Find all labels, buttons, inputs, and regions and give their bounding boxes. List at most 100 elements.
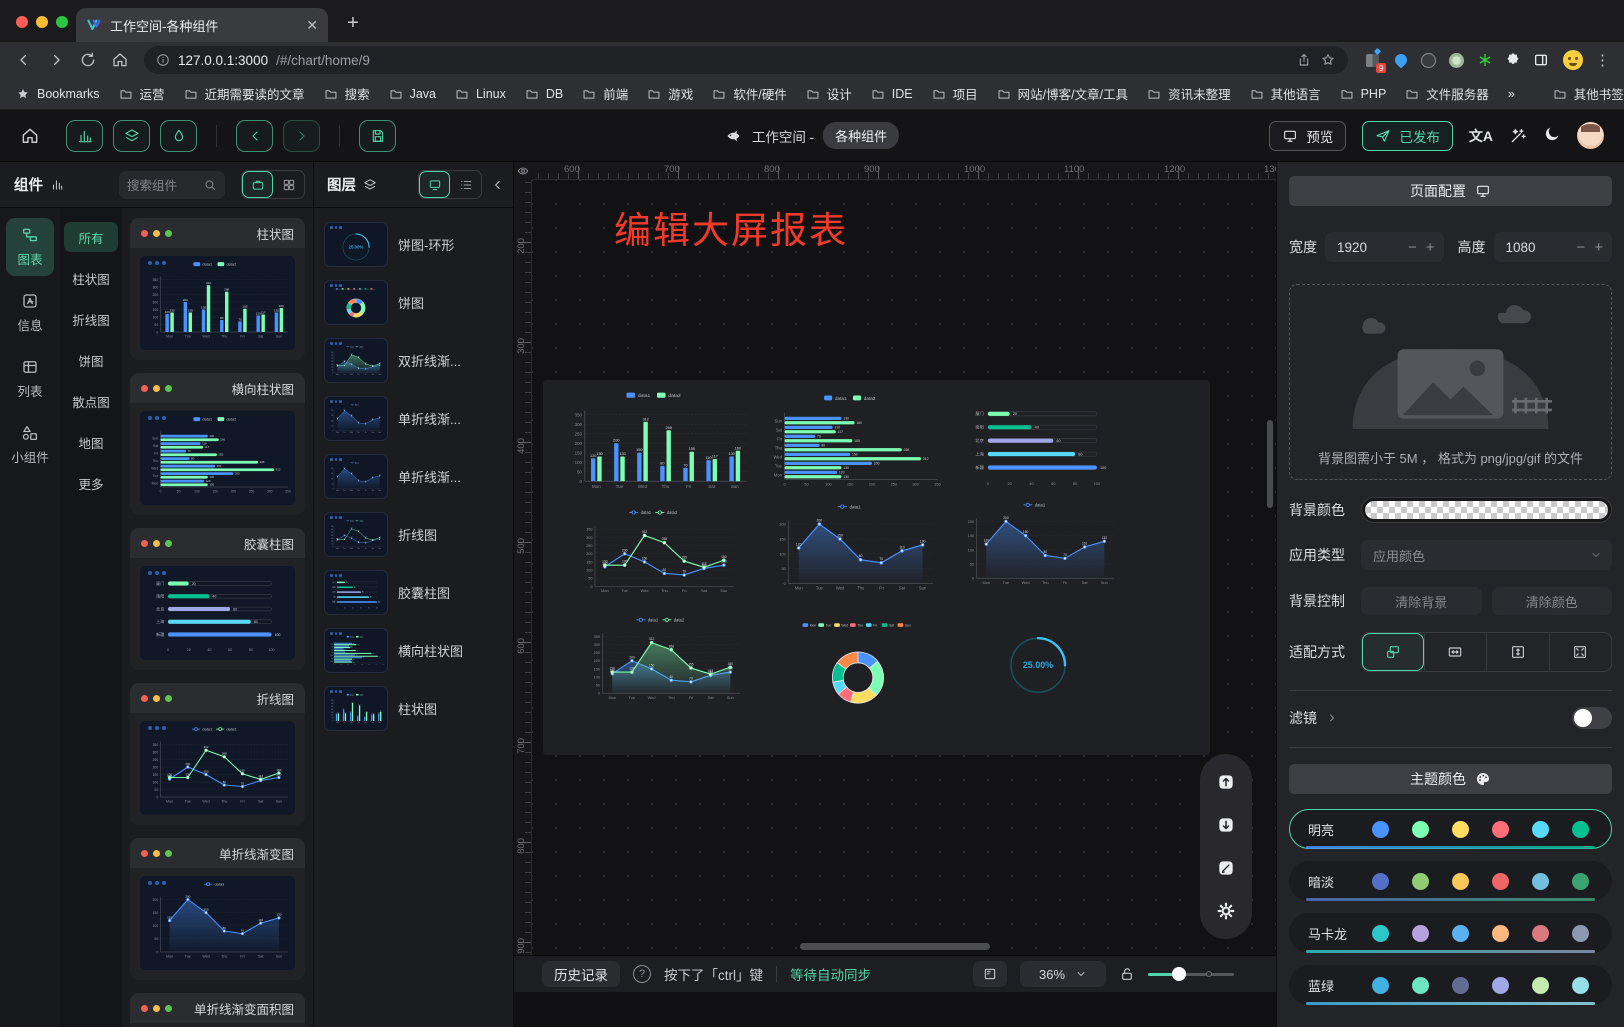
height-increase-icon[interactable]: + (1594, 239, 1603, 256)
clear-background-button[interactable]: 清除背景 (1361, 587, 1482, 615)
design-canvas[interactable]: 6007008009001000110012001300 20030040050… (514, 162, 1276, 955)
ruler-eye-icon[interactable] (514, 162, 532, 180)
minimize-window-button[interactable] (36, 16, 48, 28)
rail-item-2[interactable]: 信息 (6, 284, 54, 342)
layer-item[interactable]: 050100150200250300350MonTueWedThuFriSatS… (324, 686, 503, 731)
import-icon[interactable] (1209, 808, 1243, 842)
layers-panel-toggle-button[interactable] (113, 120, 150, 152)
zoom-select[interactable]: 36% (1020, 961, 1106, 987)
height-decrease-icon[interactable]: − (1576, 239, 1585, 256)
sidebar-toggle-icon[interactable] (1532, 52, 1549, 69)
search-input[interactable]: 搜索组件 (119, 171, 225, 199)
other-bookmarks[interactable]: 其他书签 (1553, 84, 1624, 103)
component-card[interactable]: 胶囊柱图厦门20南阳40北京60上海80新疆100020406080100 (130, 528, 305, 670)
canvas-text-widget[interactable]: 编辑大屏报表 (614, 200, 848, 254)
layer-item[interactable]: MonTueWedThuFriSatSun饼图 (324, 280, 503, 325)
component-card[interactable]: 单折线渐变图050100150200MonTueWedThuFriSatSund… (130, 838, 305, 980)
layer-item[interactable]: 25.00%饼图-环形 (324, 222, 503, 267)
collapse-panel-icon[interactable] (491, 178, 505, 192)
tab-close-icon[interactable]: ✕ (306, 17, 318, 34)
language-toggle-button[interactable]: 文A (1469, 126, 1493, 146)
gradient-area-chart-widget[interactable]: 050100150200MonTueWedThuFriSatSundata112… (957, 498, 1119, 600)
horizontal-scrollbar[interactable] (800, 943, 990, 950)
dual-gradient-area-chart-widget[interactable]: 050100150200250300350MonTueWedThuFriSatS… (583, 614, 745, 714)
history-button[interactable]: 历史记录 (542, 961, 620, 987)
layer-item[interactable]: 050100150200250300350MonTueWedThuFriSatS… (324, 338, 503, 383)
bookmark-folder[interactable]: IDE (871, 87, 913, 101)
grid-view-button[interactable] (273, 171, 304, 198)
bookmark-folder[interactable]: 游戏 (647, 84, 693, 103)
undo-button[interactable] (236, 120, 273, 152)
component-card[interactable]: 横向柱状图data1data2050100150200250300350Sun1… (130, 373, 305, 515)
align-panel-button[interactable] (973, 961, 1007, 987)
layers-thumbnail-view-button[interactable] (419, 171, 450, 198)
preview-button[interactable]: 预览 (1269, 121, 1346, 151)
rail-item-1[interactable]: 图表 (6, 218, 54, 276)
bookmarks-root[interactable]: Bookmarks (16, 87, 100, 101)
home-icon[interactable] (20, 126, 40, 146)
layer-item[interactable]: data1data2050100150200250300350Sun130160… (324, 628, 503, 673)
category-item[interactable]: 地图 (64, 427, 118, 457)
bookmark-folder[interactable]: PHP (1340, 87, 1387, 101)
bookmarks-overflow-icon[interactable]: » (1508, 87, 1515, 101)
help-icon[interactable]: ? (633, 965, 651, 983)
lock-icon[interactable] (1119, 966, 1135, 982)
browser-menu-icon[interactable]: ⋮ (1591, 51, 1614, 69)
bookmark-folder[interactable]: Linux (455, 87, 506, 101)
pie-chart-widget[interactable]: MonTueWedThuFriSatSun (778, 602, 938, 734)
vertical-scrollbar[interactable] (1267, 420, 1273, 508)
bookmark-folder[interactable]: 设计 (806, 84, 852, 103)
address-bar[interactable]: 127.0.0.1:3000/#/chart/home/9 (144, 46, 1348, 74)
category-item[interactable]: 折线图 (64, 304, 118, 334)
fit-full-button[interactable] (1549, 633, 1612, 671)
reload-button[interactable] (74, 46, 102, 74)
bookmark-folder[interactable]: 近期需要读的文章 (184, 84, 305, 103)
single-column-view-button[interactable] (242, 171, 273, 198)
settings-panel-toggle-button[interactable] (160, 120, 197, 152)
horizontal-bar-chart-widget[interactable]: data1data2050100150200250300350Sun130160… (763, 390, 943, 504)
site-info-icon[interactable] (156, 53, 170, 67)
profile-avatar[interactable] (1559, 46, 1587, 74)
bookmark-folder[interactable]: 文件服务器 (1405, 84, 1489, 103)
line-chart-widget[interactable]: 050100150200250300350MonTueWedThuFriSatS… (563, 508, 751, 606)
dashboard-preview[interactable]: 050100150200250300350MonTueWedThuFriSatS… (543, 380, 1210, 755)
category-item[interactable]: 更多 (64, 468, 118, 498)
dark-mode-moon-icon[interactable] (1543, 125, 1561, 146)
bookmark-folder[interactable]: 网站/博客/文章/工具 (997, 84, 1128, 103)
category-item[interactable]: 柱状图 (64, 263, 118, 293)
bookmark-folder[interactable]: Java (389, 87, 436, 101)
width-decrease-icon[interactable]: − (1408, 239, 1417, 256)
clear-color-button[interactable]: 清除颜色 (1492, 587, 1613, 615)
share-icon[interactable] (1296, 52, 1312, 68)
layer-item[interactable]: 050100150200MonTueWedThuFriSatSundata112… (324, 454, 503, 499)
new-tab-button[interactable]: + (338, 8, 368, 38)
gradient-line-chart-widget[interactable]: 050100150200MonTueWedThuFriSatSundata112… (763, 502, 943, 604)
maximize-window-button[interactable] (56, 16, 68, 28)
extension-dark-icon[interactable] (1420, 52, 1437, 69)
extension-grid-icon[interactable]: 9 (1364, 52, 1381, 69)
home-button[interactable] (106, 46, 134, 74)
extension-green-circle-icon[interactable] (1448, 52, 1465, 69)
filter-toggle[interactable] (1572, 707, 1612, 729)
extension-star-icon[interactable] (1476, 52, 1493, 69)
category-item[interactable]: 饼图 (64, 345, 118, 375)
bookmark-folder[interactable]: DB (525, 87, 563, 101)
bookmark-folder[interactable]: 软件/硬件 (712, 84, 786, 103)
redo-button[interactable] (283, 120, 320, 152)
zoom-slider-handle[interactable] (1172, 967, 1186, 981)
app-type-select[interactable]: 应用颜色 (1361, 540, 1612, 570)
magic-wand-icon[interactable] (1509, 127, 1527, 145)
workspace-name-badge[interactable]: 各种组件 (823, 122, 899, 149)
zoom-slider[interactable] (1148, 967, 1234, 981)
extensions-puzzle-icon[interactable] (1504, 52, 1521, 69)
components-panel-toggle-button[interactable] (66, 120, 103, 152)
layer-item[interactable]: 050100150200MonTueWedThuFriSatSundata112… (324, 396, 503, 441)
width-increase-icon[interactable]: + (1426, 239, 1435, 256)
forward-button[interactable] (42, 46, 70, 74)
layer-item[interactable]: 厦门20南阳40北京60上海80新疆100020406080100胶囊柱图 (324, 570, 503, 615)
back-button[interactable] (10, 46, 38, 74)
width-input[interactable]: 1920−+ (1325, 232, 1444, 262)
bookmark-folder[interactable]: 资讯未整理 (1147, 84, 1231, 103)
ring-progress-widget[interactable]: 25.00% (978, 608, 1098, 720)
category-item[interactable]: 所有 (64, 222, 118, 252)
